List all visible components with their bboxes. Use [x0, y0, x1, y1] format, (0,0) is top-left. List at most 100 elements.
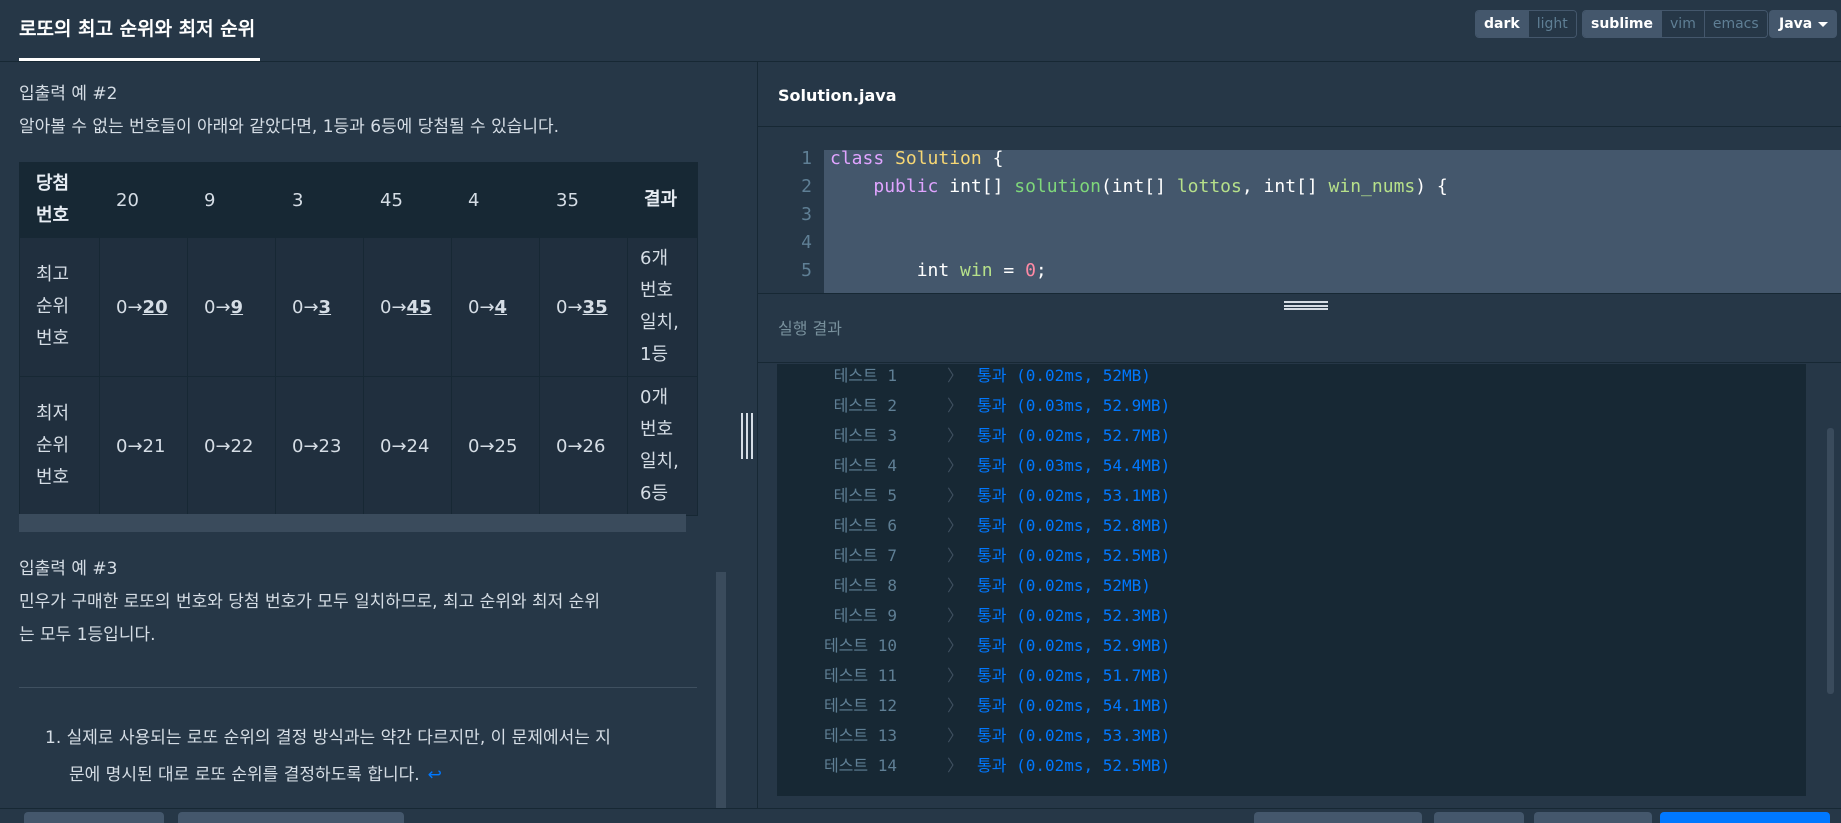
table-row: 최저 순위 번호 0→21 0→22 0→23 0→24 0→25 0→26 0… — [19, 376, 698, 516]
table-header-cell: 3 — [275, 162, 364, 238]
table-header-cell: 4 — [451, 162, 540, 238]
cell-value: 4 — [494, 296, 508, 318]
test-name: 테스트 1 — [833, 366, 897, 385]
line-number: 4 — [801, 232, 812, 253]
submit-button[interactable] — [1660, 812, 1830, 823]
test-name: 테스트 2 — [833, 396, 897, 415]
table-header-cell: 45 — [363, 162, 452, 238]
test-result: 통과 (0.02ms, 54.1MB) — [977, 696, 1171, 715]
result-row: 테스트 4 〉 통과 (0.03ms, 54.4MB) — [777, 451, 1777, 481]
editor-filename: Solution.java — [778, 86, 897, 105]
problem-title-tab[interactable]: 로또의 최고 순위와 최저 순위 — [19, 14, 255, 41]
table-cell: 0→35 — [539, 237, 628, 377]
test-name: 테스트 9 — [833, 606, 897, 625]
test-result: 통과 (0.02ms, 52.8MB) — [977, 516, 1171, 535]
cell-prefix: 0→ — [468, 296, 495, 318]
footnote-number: 1. — [45, 728, 62, 748]
test-result: 통과 (0.02ms, 52MB) — [977, 366, 1151, 385]
drag-handle-icon[interactable] — [1284, 301, 1328, 310]
chevron-right-icon: 〉 — [947, 666, 964, 685]
table-result-cell: 6개 번호 일치, 1등 — [627, 237, 698, 377]
cell-value: 45 — [406, 296, 432, 318]
test-result: 통과 (0.02ms, 52.3MB) — [977, 606, 1171, 625]
table-header-cell: 결과 — [627, 162, 698, 238]
chevron-right-icon: 〉 — [947, 396, 964, 415]
editor-header: Solution.java — [758, 62, 1841, 127]
cell-value: 35 — [582, 296, 608, 318]
chevron-right-icon: 〉 — [947, 366, 964, 385]
run-result-list: 테스트 1 〉 통과 (0.02ms, 52MB) 테스트 2 〉 통과 (0.03ms… — [777, 364, 1806, 796]
test-name: 테스트 10 — [823, 636, 897, 655]
table-horizontal-scrollbar[interactable] — [19, 514, 686, 532]
table-header-cell: 35 — [539, 162, 628, 238]
cell-value: 3 — [318, 296, 332, 318]
caret-down-icon — [1818, 21, 1829, 27]
table-header-cell: 20 — [99, 162, 188, 238]
test-result: 통과 (0.03ms, 54.4MB) — [977, 456, 1171, 475]
test-name: 테스트 13 — [823, 726, 897, 745]
code-editor[interactable]: 1 class Solution { 2 public int[] soluti… — [758, 128, 1841, 293]
test-name: 테스트 14 — [823, 756, 897, 775]
result-row: 테스트 1 〉 통과 (0.02ms, 52MB) — [777, 364, 1777, 391]
example3-heading: 입출력 예 #3 — [19, 559, 118, 579]
theme-light-button[interactable]: light — [1527, 11, 1576, 37]
table-cell: 0→25 — [451, 376, 540, 516]
test-result: 통과 (0.02ms, 52MB) — [977, 576, 1151, 595]
chevron-right-icon: 〉 — [947, 606, 964, 625]
editor-result-resizer[interactable] — [758, 293, 1841, 315]
test-name: 테스트 4 — [833, 456, 897, 475]
table-header-row: 당첨 번호 20 9 3 45 4 35 결과 — [19, 162, 698, 238]
table-cell: 0→4 — [451, 237, 540, 377]
test-result: 통과 (0.02ms, 53.3MB) — [977, 726, 1171, 745]
chevron-right-icon: 〉 — [947, 546, 964, 565]
code-text: public int[] solution(int[] lottos, int[… — [873, 176, 1448, 197]
keymap-toggle: sublime vim emacs — [1582, 10, 1768, 38]
description-vertical-scrollbar[interactable] — [716, 572, 726, 808]
panel-resize-grip-icon[interactable] — [741, 413, 753, 459]
result-row: 테스트 2 〉 통과 (0.03ms, 52.9MB) — [777, 391, 1777, 421]
keymap-vim-button[interactable]: vim — [1661, 11, 1704, 37]
chevron-right-icon: 〉 — [947, 486, 964, 505]
test-result: 통과 (0.02ms, 52.5MB) — [977, 756, 1171, 775]
test-name: 테스트 5 — [833, 486, 897, 505]
result-row: 테스트 5 〉 통과 (0.02ms, 53.1MB) — [777, 481, 1777, 511]
test-case-button[interactable] — [1534, 812, 1652, 823]
table-cell: 0→3 — [275, 237, 364, 377]
theme-toggle: dark light — [1475, 10, 1577, 38]
return-arrow-icon[interactable]: ↩ — [428, 765, 442, 785]
test-result: 통과 (0.02ms, 52.5MB) — [977, 546, 1171, 565]
keymap-sublime-button[interactable]: sublime — [1583, 11, 1662, 37]
code-line: 2 public int[] solution(int[] lottos, in… — [758, 173, 1841, 201]
table-row-label: 최고 순위 번호 — [19, 237, 100, 377]
cell-value: 20 — [142, 296, 168, 318]
result-row: 테스트 8 〉 통과 (0.02ms, 52MB) — [777, 571, 1777, 601]
example3-text-line2: 는 모두 1등입니다. — [19, 625, 156, 645]
test-name: 테스트 11 — [823, 666, 897, 685]
language-dropdown[interactable]: Java — [1769, 10, 1837, 38]
chevron-right-icon: 〉 — [947, 696, 964, 715]
chevron-right-icon: 〉 — [947, 516, 964, 535]
footnote-text-line2: 문에 명시된 대로 로또 순위를 결정하도록 합니다. — [69, 765, 420, 785]
reset-button[interactable] — [1254, 812, 1422, 823]
table-cell: 0→26 — [539, 376, 628, 516]
test-name: 테스트 8 — [833, 576, 897, 595]
other-solutions-button[interactable] — [178, 812, 404, 823]
result-row: 테스트 3 〉 통과 (0.02ms, 52.7MB) — [777, 421, 1777, 451]
table-cell: 0→24 — [363, 376, 452, 516]
test-result: 통과 (0.02ms, 52.9MB) — [977, 636, 1171, 655]
theme-dark-button[interactable]: dark — [1476, 11, 1528, 37]
test-result: 통과 (0.02ms, 51.7MB) — [977, 666, 1171, 685]
keymap-emacs-button[interactable]: emacs — [1703, 11, 1767, 37]
footnote-item: 1. 실제로 사용되는 로또 순위의 결정 방식과는 약간 다르지만, 이 문제… — [45, 720, 705, 794]
table-cell: 0→23 — [275, 376, 364, 516]
test-result: 통과 (0.03ms, 52.9MB) — [977, 396, 1171, 415]
chevron-right-icon: 〉 — [947, 726, 964, 745]
results-vertical-scrollbar[interactable] — [1827, 428, 1834, 694]
table-header-cell: 9 — [187, 162, 276, 238]
top-bar: 로또의 최고 순위와 최저 순위 dark light sublime vim … — [0, 0, 1841, 62]
question-button[interactable] — [24, 812, 164, 823]
line-number: 3 — [801, 204, 812, 225]
code-line: 1 class Solution { — [758, 145, 1841, 173]
cell-prefix: 0→ — [116, 296, 143, 318]
run-button[interactable] — [1434, 812, 1524, 823]
